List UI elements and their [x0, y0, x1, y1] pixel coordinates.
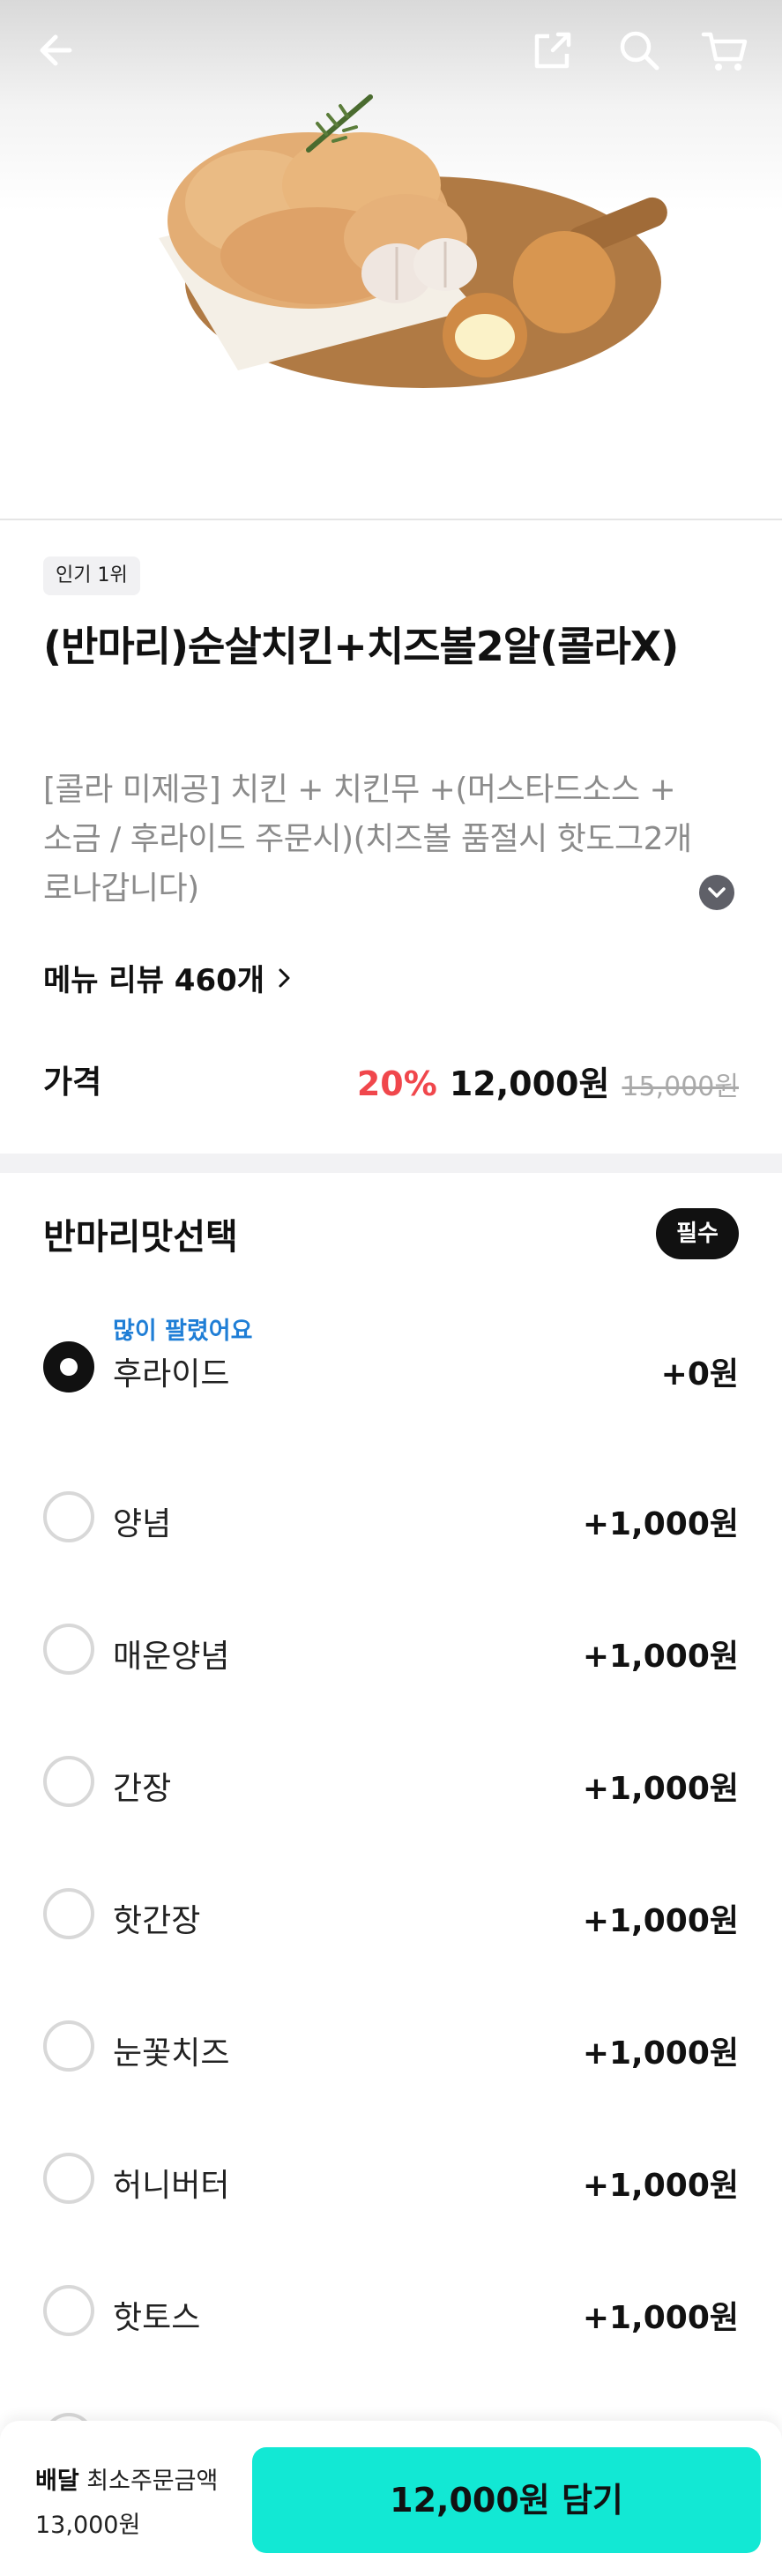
option-name: 후라이드 — [113, 1356, 230, 1393]
option-price: +1,000원 — [582, 2035, 739, 2072]
product-image — [106, 79, 670, 414]
option-name: 눈꽃치즈 — [113, 2035, 230, 2072]
delivery-info: 배달 최소주문금액 — [35, 2461, 218, 2496]
chevron-right-icon — [279, 968, 290, 987]
option-price: +1,000원 — [582, 1771, 739, 1807]
min-order-label: 최소주문금액 — [86, 2468, 219, 2495]
option-price: +1,000원 — [582, 2168, 739, 2204]
option-price: +1,000원 — [582, 2300, 739, 2336]
option-price: +1,000원 — [582, 1903, 739, 1939]
bottom-order-bar: 배달 최소주문금액 13,000원 12,000원 담기 — [0, 2421, 782, 2576]
option-name: 핫간장 — [113, 1903, 201, 1939]
review-link[interactable]: 메뉴 리뷰 460개 — [43, 956, 296, 999]
min-order-amount: 13,000원 — [35, 2512, 141, 2539]
radio-button[interactable] — [43, 1491, 94, 1542]
radio-button[interactable] — [43, 2153, 94, 2204]
radio-button-selected[interactable] — [43, 1341, 94, 1393]
review-link-label: 메뉴 리뷰 460개 — [43, 963, 265, 998]
product-hero — [0, 0, 782, 520]
price-row: 20% 12,000원 15,000원 — [357, 1057, 739, 1105]
delivery-label: 배달 — [35, 2468, 79, 2495]
option-item[interactable]: 매운양념 +1,000원 — [0, 1617, 782, 1687]
share-icon[interactable] — [526, 24, 579, 77]
option-item[interactable]: 많이 팔렸어요 후라이드 +0원 — [0, 1318, 782, 1405]
radio-button[interactable] — [43, 1756, 94, 1807]
option-item[interactable]: 간장 +1,000원 — [0, 1749, 782, 1819]
radio-button[interactable] — [43, 1888, 94, 1939]
radio-button[interactable] — [43, 1624, 94, 1675]
option-item[interactable]: 핫간장 +1,000원 — [0, 1881, 782, 1952]
rank-badge: 인기 1위 — [43, 556, 140, 595]
option-item[interactable]: 허니버터 +1,000원 — [0, 2146, 782, 2216]
radio-button[interactable] — [43, 2020, 94, 2072]
chevron-down-icon[interactable] — [699, 875, 734, 910]
popular-tag: 많이 팔렸어요 — [113, 1318, 253, 1345]
product-description: [콜라 미제공] 치킨 + 치킨무 +(머스타드소스 + 소금 / 후라이드 주… — [43, 772, 692, 907]
product-title: (반마리)순살치킨+치즈볼2알(콜라X) — [43, 623, 679, 670]
option-price: +1,000원 — [582, 1639, 739, 1675]
option-group-title: 반마리맛선택 — [43, 1217, 238, 1258]
option-name: 매운양념 — [113, 1639, 230, 1675]
product-info: 인기 1위 (반마리)순살치킨+치즈볼2알(콜라X) [콜라 미제공] 치킨 +… — [0, 519, 782, 1154]
option-item[interactable]: 양념 +1,000원 — [0, 1484, 782, 1555]
price-label: 가격 — [43, 1064, 102, 1101]
option-price: +1,000원 — [582, 1506, 739, 1542]
required-badge: 필수 — [656, 1208, 739, 1259]
original-price: 15,000원 — [622, 1071, 739, 1102]
option-name: 핫토스 — [113, 2300, 201, 2336]
section-divider — [0, 1154, 782, 1173]
arrow-left-icon[interactable] — [31, 24, 84, 77]
cart-icon[interactable] — [698, 24, 751, 77]
add-to-cart-button[interactable]: 12,000원 담기 — [252, 2447, 761, 2553]
option-name: 허니버터 — [113, 2168, 230, 2204]
option-name: 양념 — [113, 1506, 172, 1542]
option-item[interactable]: 눈꽃치즈 +1,000원 — [0, 2013, 782, 2084]
option-name: 간장 — [113, 1771, 172, 1807]
option-price: +0원 — [660, 1356, 739, 1393]
radio-button[interactable] — [43, 2285, 94, 2336]
option-item[interactable]: 핫토스 +1,000원 — [0, 2278, 782, 2348]
search-icon[interactable] — [613, 24, 666, 77]
discount-rate: 20% — [356, 1064, 437, 1103]
sale-price: 12,000원 — [449, 1064, 610, 1103]
